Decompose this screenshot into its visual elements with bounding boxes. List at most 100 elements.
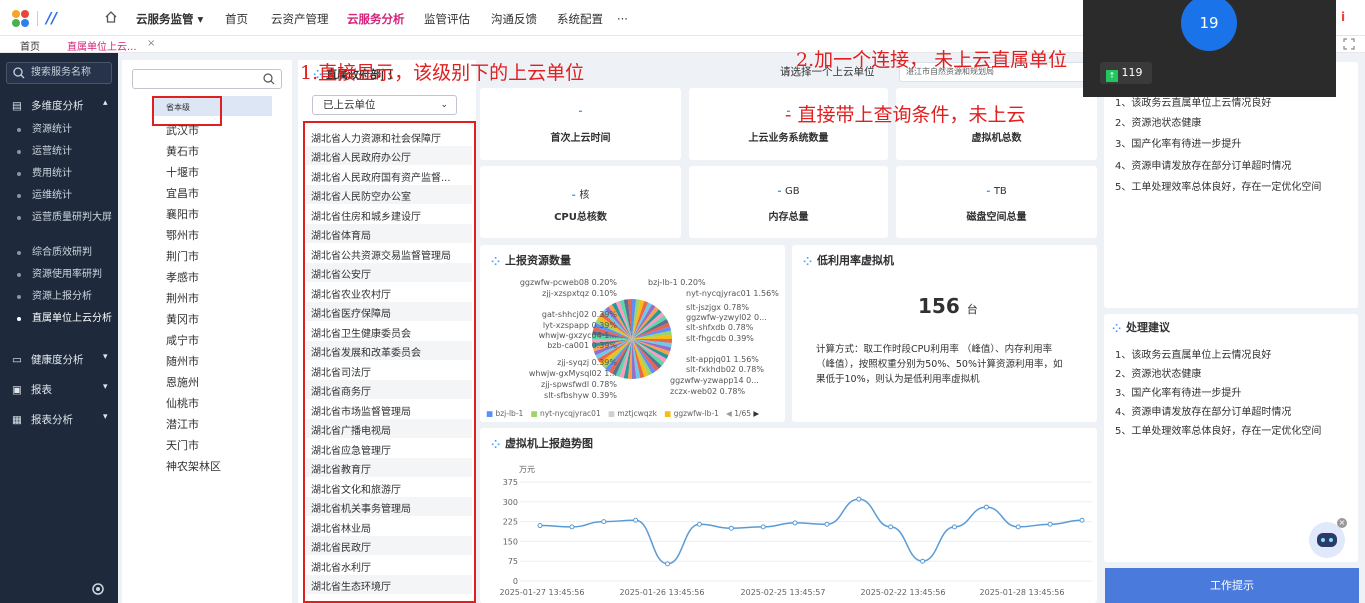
data-point[interactable] [665,561,671,567]
advice-title: ⁘ 处理建议 [1112,321,1170,335]
department-item[interactable]: 湖北省公共资源交易监督管理局 [311,247,469,262]
annotation-text: 2.加一个连接， 未上云直属单位 [796,49,1068,71]
department-item[interactable]: 湖北省发展和改革委员会 [311,344,469,359]
service-search-input[interactable]: 搜索服务名称 [6,62,112,84]
data-point[interactable] [696,521,702,527]
x-tick-label: 2025-01-27 13:45:56 [500,588,585,597]
user-avatar[interactable]: i [1341,10,1345,24]
city-item[interactable]: 天门市 [166,437,199,453]
pie-label: slt-jszjgx 0.78% [686,303,749,312]
data-point[interactable] [1079,517,1085,523]
y-tick-label: 225 [503,518,518,527]
pie-label: gat-shhcj02 0.39% [541,310,617,319]
nav-cloud-assets[interactable]: 云资产管理 [271,0,329,36]
department-item[interactable]: 湖北省文化和旅游厅 [311,481,469,496]
city-item[interactable]: 恩施州 [166,374,199,390]
city-item[interactable]: 仙桃市 [166,395,199,411]
department-item[interactable]: 湖北省机关事务管理局 [311,500,469,515]
data-point[interactable] [824,521,830,527]
city-search-input[interactable] [132,69,282,89]
city-item[interactable]: 黄石市 [166,143,199,159]
trend-title: ⁘ 虚拟机上报趋势图 [491,437,593,451]
data-point[interactable] [633,517,639,523]
nav-system-config[interactable]: 系统配置 [557,0,603,36]
department-item[interactable]: 湖北省体育局 [311,227,469,242]
video-overlay: 19 ↑ 119 [1083,0,1336,97]
department-item[interactable]: 湖北省医疗保障局 [311,305,469,320]
city-item[interactable]: 咸宁市 [166,332,199,348]
department-item[interactable]: 湖北省人民政府国有资产监督... [311,169,469,184]
nav-cloud-analysis[interactable]: 云服务分析 [347,0,405,36]
city-item[interactable]: 荆门市 [166,248,199,264]
city-item[interactable]: 孝感市 [166,269,199,285]
home-icon[interactable] [104,10,118,24]
work-tips-button[interactable]: 工作提示 [1105,568,1359,603]
data-point[interactable] [951,524,957,530]
data-point[interactable] [920,558,926,564]
department-item[interactable]: 湖北省教育厅 [311,461,469,476]
search-icon [13,67,25,79]
data-point[interactable] [983,504,989,510]
city-item[interactable]: 神农架林区 [166,458,221,474]
data-point[interactable] [856,496,862,502]
city-item[interactable]: 武汉市 [166,122,199,138]
city-item[interactable]: 潜江市 [166,416,199,432]
nav-evaluation[interactable]: 监管评估 [424,0,470,36]
pie-label: zjj-syqzj 0.39% [557,358,617,367]
data-point[interactable] [760,524,766,530]
gear-icon[interactable] [91,582,105,599]
nav-cloud-supervision[interactable]: 云服务监管 ▾ [136,0,203,36]
department-item[interactable]: 湖北省卫生健康委员会 [311,325,469,340]
department-item[interactable]: 湖北省市场监督管理局 [311,403,469,418]
nav-feedback[interactable]: 沟通反馈 [491,0,537,36]
pie-label: ggzwfw-pcweb08 0.20% [519,278,617,287]
city-item[interactable]: 随州市 [166,353,199,369]
department-item[interactable]: 湖北省人民政府办公厅 [311,149,469,164]
cluster-icon: ⁘ [1112,322,1122,335]
city-item[interactable]: 十堰市 [166,164,199,180]
nav-more[interactable]: ··· [617,0,628,36]
x-tick-label: 2025-01-28 13:45:56 [980,588,1065,597]
data-point[interactable] [1047,521,1053,527]
pie-label: whwjw-gxMysql02 1... [528,369,617,378]
data-point[interactable] [888,524,894,530]
close-icon[interactable]: × [1337,518,1347,528]
data-point[interactable] [601,519,607,525]
pie-label: nyt-nycqjyrac01 1.56% [686,289,779,298]
tab-unit-analysis[interactable]: 直属单位上云... [67,38,137,53]
pie-legend[interactable]: ■ bzj-lb-1 ■ nyt-nycqjyrac01 ■ mztjcwqzk… [486,409,759,418]
city-item[interactable]: 襄阳市 [166,206,199,222]
department-item[interactable]: 湖北省司法厅 [311,364,469,379]
department-item[interactable]: 湖北省人民防空办公室 [311,188,469,203]
department-item[interactable]: 湖北省广播电视局 [311,422,469,437]
report-analysis-icon: ▦ [12,414,22,426]
department-item[interactable]: 湖北省水利厅 [311,559,469,574]
report-icon: ▣ [12,384,22,396]
city-item[interactable]: 省本级 [166,102,190,113]
tab-close-icon[interactable]: × [147,38,155,49]
data-point[interactable] [537,523,543,529]
department-item[interactable]: 湖北省住房和城乡建设厅 [311,208,469,223]
data-point[interactable] [1015,524,1021,530]
department-item[interactable]: 湖北省人力资源和社会保障厅 [311,130,469,145]
department-item[interactable]: 湖北省生态环境厅 [311,578,469,593]
department-item[interactable]: 湖北省民政厅 [311,539,469,554]
tab-home[interactable]: 首页 [20,38,40,53]
nav-home[interactable]: 首页 [225,0,248,36]
city-item[interactable]: 荆州市 [166,290,199,306]
fullscreen-icon[interactable] [1343,38,1355,50]
data-point[interactable] [728,525,734,531]
department-item[interactable]: 湖北省应急管理厅 [311,442,469,457]
department-item[interactable]: 湖北省林业局 [311,520,469,535]
low-util-description: 计算方式：取工作时段CPU利用率 （峰值）、内存利用率（峰值），按照权重分别为5… [816,344,1063,385]
city-item[interactable]: 黄冈市 [166,311,199,327]
department-item[interactable]: 湖北省公安厅 [311,266,469,281]
cloud-status-select[interactable]: 已上云单位 ⌄ [312,95,457,115]
department-item[interactable]: 湖北省农业农村厅 [311,286,469,301]
arrow-up-icon: ↑ [1106,70,1118,82]
data-point[interactable] [792,520,798,526]
city-item[interactable]: 宜昌市 [166,185,199,201]
department-item[interactable]: 湖北省商务厅 [311,383,469,398]
data-point[interactable] [569,524,575,530]
city-item[interactable]: 鄂州市 [166,227,199,243]
